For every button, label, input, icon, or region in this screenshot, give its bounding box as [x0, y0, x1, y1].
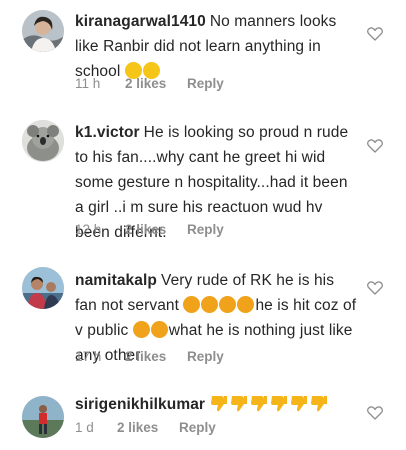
reply-button[interactable]: Reply	[187, 349, 224, 364]
comment-meta: 1 d 2 likes Reply	[75, 420, 216, 435]
comment-username[interactable]: sirigenikhilkumar	[75, 396, 205, 413]
reply-button[interactable]: Reply	[187, 222, 224, 237]
thumbs-down-emoji	[209, 395, 228, 412]
comment-username[interactable]: namitakalp	[75, 272, 157, 289]
angry-face-emoji	[150, 321, 168, 338]
comment-likes[interactable]: 2 likes	[117, 420, 179, 435]
comment-meta: 11 h 2 likes Reply	[75, 76, 224, 91]
thumbs-down-emoji	[229, 395, 248, 412]
comment-time[interactable]: 17 h	[75, 349, 125, 364]
comment-meta: 12 h 2 likes Reply	[75, 222, 224, 237]
angry-face-emoji	[219, 296, 237, 313]
reply-button[interactable]: Reply	[187, 76, 224, 91]
heart-outline-icon[interactable]	[367, 27, 383, 41]
heart-outline-icon[interactable]	[367, 139, 383, 153]
comment-username[interactable]: kiranagarwal1410	[75, 13, 206, 30]
comment-username[interactable]: k1.victor	[75, 124, 140, 141]
reply-button[interactable]: Reply	[179, 420, 216, 435]
thumbs-down-emoji	[309, 395, 328, 412]
comment-time[interactable]: 1 d	[75, 420, 117, 435]
avatar[interactable]	[22, 396, 64, 438]
avatar[interactable]	[22, 10, 64, 52]
avatar[interactable]	[22, 267, 64, 309]
comment-time[interactable]: 12 h	[75, 222, 125, 237]
comment-meta: 17 h 2 likes Reply	[75, 349, 224, 364]
angry-face-emoji	[201, 296, 219, 313]
comment-likes[interactable]: 2 likes	[125, 349, 187, 364]
heart-outline-icon[interactable]	[367, 406, 383, 420]
angry-face-emoji	[237, 296, 255, 313]
comment-body: sirigenikhilkumar	[75, 392, 357, 417]
comment-time[interactable]: 11 h	[75, 76, 125, 91]
comment-likes[interactable]: 2 likes	[125, 76, 187, 91]
thumbs-down-emoji	[269, 395, 288, 412]
comment-body: kiranagarwal1410 No manners looks like Ra…	[75, 9, 357, 84]
heart-outline-icon[interactable]	[367, 281, 383, 295]
thumbs-down-emoji	[249, 395, 268, 412]
thumbs-down-emoji	[289, 395, 308, 412]
avatar[interactable]	[22, 120, 64, 162]
angry-face-emoji	[183, 296, 201, 313]
comment-likes[interactable]: 2 likes	[125, 222, 187, 237]
angry-face-emoji	[132, 321, 150, 338]
